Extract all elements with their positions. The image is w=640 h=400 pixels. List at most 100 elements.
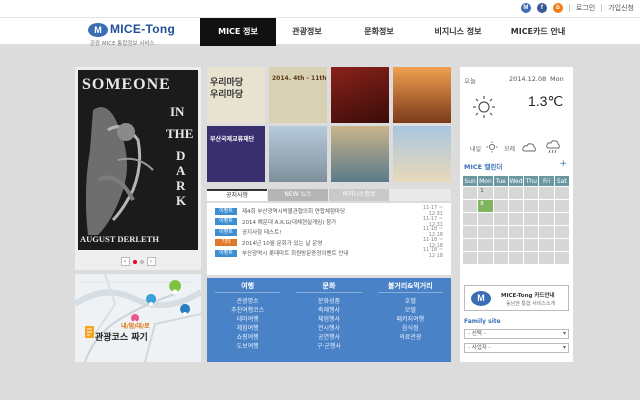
category-link[interactable]: 의료관광	[370, 333, 451, 342]
calendar-day[interactable]	[461, 186, 479, 200]
calendar-day[interactable]	[507, 238, 525, 252]
tab-notices[interactable]: 공지사항	[207, 189, 267, 201]
calendar-day[interactable]	[507, 212, 525, 226]
notice-title[interactable]: 2014 해운대 A.R.G(대체현실게임) 참가	[242, 218, 409, 226]
nav-mice-card[interactable]: MICE카드 안내	[496, 18, 580, 46]
category-link[interactable]: 모텔	[370, 306, 451, 315]
forecast-tomorrow-label: 내일	[470, 146, 482, 153]
calendar-day[interactable]	[553, 225, 571, 239]
calendar-day[interactable]	[492, 212, 509, 226]
category-link[interactable]: 문화성품	[288, 297, 369, 306]
pager-dot-active[interactable]	[132, 259, 137, 264]
notice-title[interactable]: 2014년 10월 문화가 있는 날 운영	[242, 239, 409, 247]
calendar-day[interactable]	[523, 251, 540, 265]
thumb-sunset[interactable]	[393, 67, 451, 123]
calendar-day[interactable]	[492, 225, 509, 239]
category-link[interactable]: 체험행사	[288, 315, 369, 324]
thumb-tower-monument[interactable]	[269, 126, 327, 182]
calendar-day[interactable]	[553, 199, 571, 213]
tour-course-banner[interactable]: 내/맘/대/로 관광코스 짜기	[75, 274, 201, 362]
next-button[interactable]: ›	[146, 257, 156, 266]
calendar-day[interactable]	[553, 212, 571, 226]
notice-title[interactable]: 부산광역시 롯데마트 회원방문증정이벤트 안내	[242, 249, 409, 257]
mice-card-banner[interactable]: M MICE-Tong 카드안내 동남권 통합 서비스소개	[464, 285, 569, 311]
calendar-day[interactable]	[507, 186, 525, 200]
poster-banner[interactable]: SOMEONE IN THE DARK AUGUST DERLETH ‹ ›	[75, 67, 201, 270]
category-link[interactable]: 추천여행코스	[207, 306, 288, 315]
notice-title[interactable]: 공지사항 테스트!	[242, 228, 409, 236]
thumb-coast-city[interactable]	[331, 126, 389, 182]
category-link[interactable]: 도보여행	[207, 342, 288, 351]
blog-icon[interactable]: b	[552, 3, 563, 13]
calendar-day[interactable]	[492, 186, 509, 200]
notice-row[interactable]: 이벤트 부산광역시 롯데마트 회원방문증정이벤트 안내 11·18 ~ 12·18	[215, 247, 443, 259]
calendar-day[interactable]	[538, 238, 555, 252]
calendar-day[interactable]	[553, 238, 571, 252]
info-tabs: 공지사항 NEW 뉴스 비지니스정보	[207, 189, 451, 201]
calendar-day[interactable]	[553, 251, 571, 265]
nav-mice-info[interactable]: MICE 정보	[200, 18, 276, 46]
calendar-day[interactable]: 8	[477, 199, 494, 213]
category-link[interactable]: 테마여행	[207, 315, 288, 324]
calendar-day[interactable]	[507, 225, 525, 239]
thumb-red-poster[interactable]	[331, 67, 389, 123]
thumb-culture-event[interactable]: 우리마당 우리마당	[207, 67, 265, 123]
calendar-day[interactable]	[477, 238, 494, 252]
prev-button[interactable]: ‹	[120, 257, 130, 266]
calendar-day[interactable]	[477, 251, 494, 265]
calendar-day[interactable]	[523, 186, 540, 200]
thumb-program-flyer[interactable]: 부산국제교류재단	[207, 126, 265, 182]
calendar-day[interactable]	[507, 199, 525, 213]
family-site-title: Family site	[464, 318, 501, 325]
tab-business[interactable]: 비지니스정보	[329, 189, 389, 201]
calendar-day[interactable]	[461, 238, 479, 252]
notice-title[interactable]: 제4회 부산광역시박물관협의회 연합체험마당	[242, 207, 409, 215]
calendar-day[interactable]	[523, 199, 540, 213]
nav-tourism[interactable]: 관광정보	[276, 18, 338, 46]
calendar-day[interactable]	[538, 251, 555, 265]
category-link[interactable]: 쇼핑여행	[207, 333, 288, 342]
calendar-day[interactable]: 1	[477, 186, 494, 200]
pager-dot[interactable]	[139, 259, 144, 264]
category-link[interactable]: 패키지여행	[370, 315, 451, 324]
nav-culture[interactable]: 문화정보	[338, 18, 420, 46]
calendar-day[interactable]	[477, 225, 494, 239]
calendar-day[interactable]	[523, 212, 540, 226]
category-link[interactable]: 체험여행	[207, 324, 288, 333]
category-link[interactable]: 호텔	[370, 297, 451, 306]
business-select[interactable]: - 사업자 - ▾	[464, 343, 569, 353]
category-link[interactable]: 축제행사	[288, 306, 369, 315]
calendar-day[interactable]	[492, 199, 509, 213]
category-link[interactable]: 구·군행사	[288, 342, 369, 351]
calendar-day[interactable]	[477, 212, 494, 226]
calendar-day[interactable]	[461, 212, 479, 226]
calendar-day[interactable]	[538, 186, 555, 200]
calendar-day[interactable]	[461, 199, 479, 213]
login-link[interactable]: 로그인	[576, 3, 595, 13]
thumb-beach-view[interactable]	[393, 126, 451, 182]
category-link[interactable]: 공연행사	[288, 333, 369, 342]
family-site-select[interactable]: - 선택 - ▾	[464, 329, 569, 339]
calendar-day[interactable]	[461, 251, 479, 265]
category-link[interactable]: 관광명소	[207, 297, 288, 306]
calendar-day[interactable]	[538, 199, 555, 213]
calendar-day[interactable]	[538, 225, 555, 239]
calendar-more-button[interactable]: +	[559, 159, 567, 169]
category-link[interactable]: 음식점	[370, 324, 451, 333]
calendar-day[interactable]	[523, 225, 540, 239]
calendar-day[interactable]	[507, 251, 525, 265]
calendar-day[interactable]	[523, 238, 540, 252]
calendar-day[interactable]	[553, 186, 571, 200]
thumb-calligraphy-exhibit[interactable]: 2014. 4th - 11th	[269, 67, 327, 123]
calendar-day[interactable]	[492, 251, 509, 265]
tab-news[interactable]: NEW 뉴스	[268, 189, 328, 201]
signup-link[interactable]: 가입신청	[608, 3, 634, 13]
category-link[interactable]: 전시행사	[288, 324, 369, 333]
calendar-day[interactable]	[538, 212, 555, 226]
facebook-icon[interactable]: f	[536, 3, 547, 13]
nav-business[interactable]: 비지니스 정보	[420, 18, 496, 46]
calendar-day[interactable]	[461, 225, 479, 239]
calendar-day[interactable]	[492, 238, 509, 252]
mice-icon[interactable]: M	[520, 3, 531, 13]
calendar-weekday: Tue	[492, 175, 509, 187]
